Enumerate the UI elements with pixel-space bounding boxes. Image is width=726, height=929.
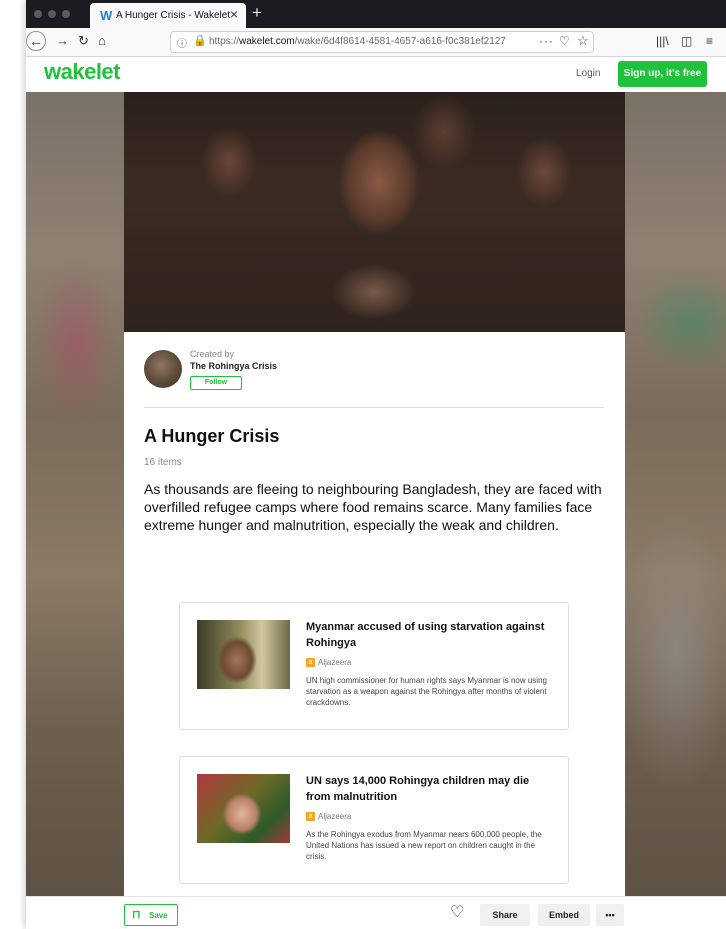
zoom-window-icon[interactable] — [62, 10, 70, 18]
save-button[interactable]: ⊓ Save — [124, 904, 178, 926]
action-footer: ⊓ Save ♡ Share Embed ••• — [26, 896, 726, 929]
list-item[interactable]: Myanmar accused of using starvation agai… — [179, 602, 569, 730]
embed-button[interactable]: Embed — [538, 904, 590, 926]
collection-description: As thousands are fleeing to neighbouring… — [144, 481, 602, 533]
tab-title: A Hunger Crisis - Wakelet — [116, 10, 231, 21]
collection-title: A Hunger Crisis — [144, 426, 280, 446]
url-text: https://wakelet.com/wake/6d4f8614-4581-4… — [209, 36, 506, 47]
home-icon[interactable]: ⌂ — [98, 33, 106, 49]
reload-icon[interactable]: ↻ — [78, 33, 89, 49]
follow-button[interactable]: Follow — [190, 376, 242, 390]
close-tab-icon[interactable]: × — [230, 7, 238, 21]
star-icon[interactable]: ☆ — [577, 33, 589, 49]
signup-button[interactable]: Sign up, it's free — [618, 61, 707, 87]
navigation-bar: ← → ↻ ⌂ ⓘ 🔒 https://wakelet.com/wake/6d4… — [26, 28, 726, 57]
list-item[interactable]: UN says 14,000 Rohingya children may die… — [179, 756, 569, 884]
aljazeera-source-icon: a — [306, 812, 315, 821]
site-header: wakelet Login Sign up, it's free — [26, 57, 726, 93]
creator-avatar[interactable] — [144, 350, 182, 388]
item-thumbnail[interactable] — [197, 774, 290, 843]
pocket-icon[interactable]: ♡ — [559, 34, 570, 48]
aljazeera-source-icon: a — [306, 658, 315, 667]
created-by-label: Created by — [190, 349, 235, 359]
item-description: UN high commissioner for human rights sa… — [306, 676, 547, 707]
item-title[interactable]: Myanmar accused of using starvation agai… — [306, 619, 556, 651]
creator-name[interactable]: The Rohingya Crisis — [190, 361, 277, 371]
wakelet-favicon-icon: W — [100, 8, 113, 23]
forward-icon[interactable]: → — [56, 33, 69, 49]
info-icon[interactable]: ⓘ — [177, 35, 187, 50]
lock-icon[interactable]: 🔒 — [193, 34, 207, 47]
item-source: Aljazeera — [318, 812, 352, 821]
cover-image — [124, 92, 625, 332]
sidebar-icon[interactable]: ◫ — [681, 34, 692, 48]
library-icon[interactable]: |||\ — [656, 34, 669, 48]
item-count: 16 items — [144, 457, 182, 468]
bookmark-icon: ⊓ — [132, 909, 141, 921]
heart-icon[interactable]: ♡ — [450, 902, 464, 922]
login-link[interactable]: Login — [576, 68, 600, 79]
more-icon[interactable]: ··· — [539, 34, 554, 48]
close-window-icon[interactable] — [34, 10, 42, 18]
new-tab-icon[interactable]: + — [252, 4, 262, 21]
minimize-window-icon[interactable] — [48, 10, 56, 18]
browser-window: W A Hunger Crisis - Wakelet × + ← → ↻ ⌂ … — [26, 0, 726, 929]
wakelet-logo[interactable]: wakelet — [44, 59, 121, 85]
divider — [144, 407, 604, 408]
collection-card: Created by The Rohingya Crisis Follow A … — [124, 332, 625, 929]
share-button[interactable]: Share — [480, 904, 530, 926]
browser-tab[interactable]: W A Hunger Crisis - Wakelet × — [90, 3, 246, 28]
item-description: As the Rohingya exodus from Myanmar near… — [306, 830, 542, 861]
tab-bar: W A Hunger Crisis - Wakelet × + — [26, 0, 726, 28]
item-title[interactable]: UN says 14,000 Rohingya children may die… — [306, 773, 556, 805]
save-label: Save — [149, 911, 168, 920]
more-options-button[interactable]: ••• — [596, 904, 624, 926]
url-bar[interactable]: ⓘ 🔒 https://wakelet.com/wake/6d4f8614-45… — [170, 31, 594, 53]
back-icon[interactable]: ← — [26, 31, 46, 51]
item-thumbnail[interactable] — [197, 620, 290, 689]
menu-icon[interactable]: ≡ — [706, 34, 713, 48]
item-source: Aljazeera — [318, 658, 352, 667]
